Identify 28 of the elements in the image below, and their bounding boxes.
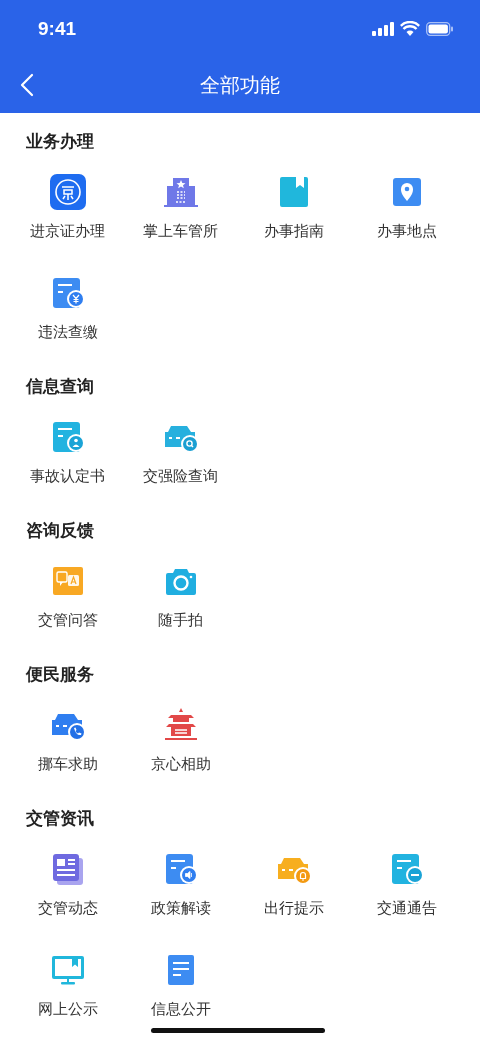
section-heading: 信息查询 [25, 375, 94, 398]
feature-item[interactable]: 政策解读 [124, 833, 237, 934]
feature-item[interactable]: 交管动态 [11, 833, 124, 934]
section-heading: 便民服务 [25, 663, 94, 686]
feature-item[interactable]: 信息公开 [124, 934, 237, 1035]
feature-item[interactable]: 随手拍 [124, 545, 237, 646]
feature-item[interactable]: 京心相助 [124, 689, 237, 790]
section-heading: 业务办理 [25, 130, 94, 153]
page-title: 全部功能 [200, 71, 280, 99]
feature-item[interactable]: 交管问答 [11, 545, 124, 646]
feature-item[interactable]: 交通通告 [350, 833, 463, 934]
section-heading: 咨询反馈 [25, 519, 94, 542]
feature-item[interactable]: 办事指南 [237, 156, 350, 257]
feature-item[interactable]: 掌上车管所 [124, 156, 237, 257]
signal-icon [372, 21, 394, 36]
section-heading: 交管资讯 [25, 807, 94, 830]
feature-item[interactable]: 挪车求助 [11, 689, 124, 790]
wifi-icon [400, 21, 420, 36]
feature-item[interactable]: 交强险查询 [124, 401, 237, 502]
feature-item[interactable]: 进京证办理 [11, 156, 124, 257]
feature-item[interactable]: 网上公示 [11, 934, 124, 1035]
emblem-icon [47, 172, 88, 212]
feature-item[interactable]: 事故认定书 [11, 401, 124, 502]
feature-item[interactable]: 办事地点 [350, 156, 463, 257]
feature-item[interactable]: 违法查缴 [11, 257, 124, 358]
battery-icon [426, 21, 454, 36]
status-time: 9:41 [38, 17, 77, 40]
feature-item[interactable]: 出行提示 [237, 833, 350, 934]
